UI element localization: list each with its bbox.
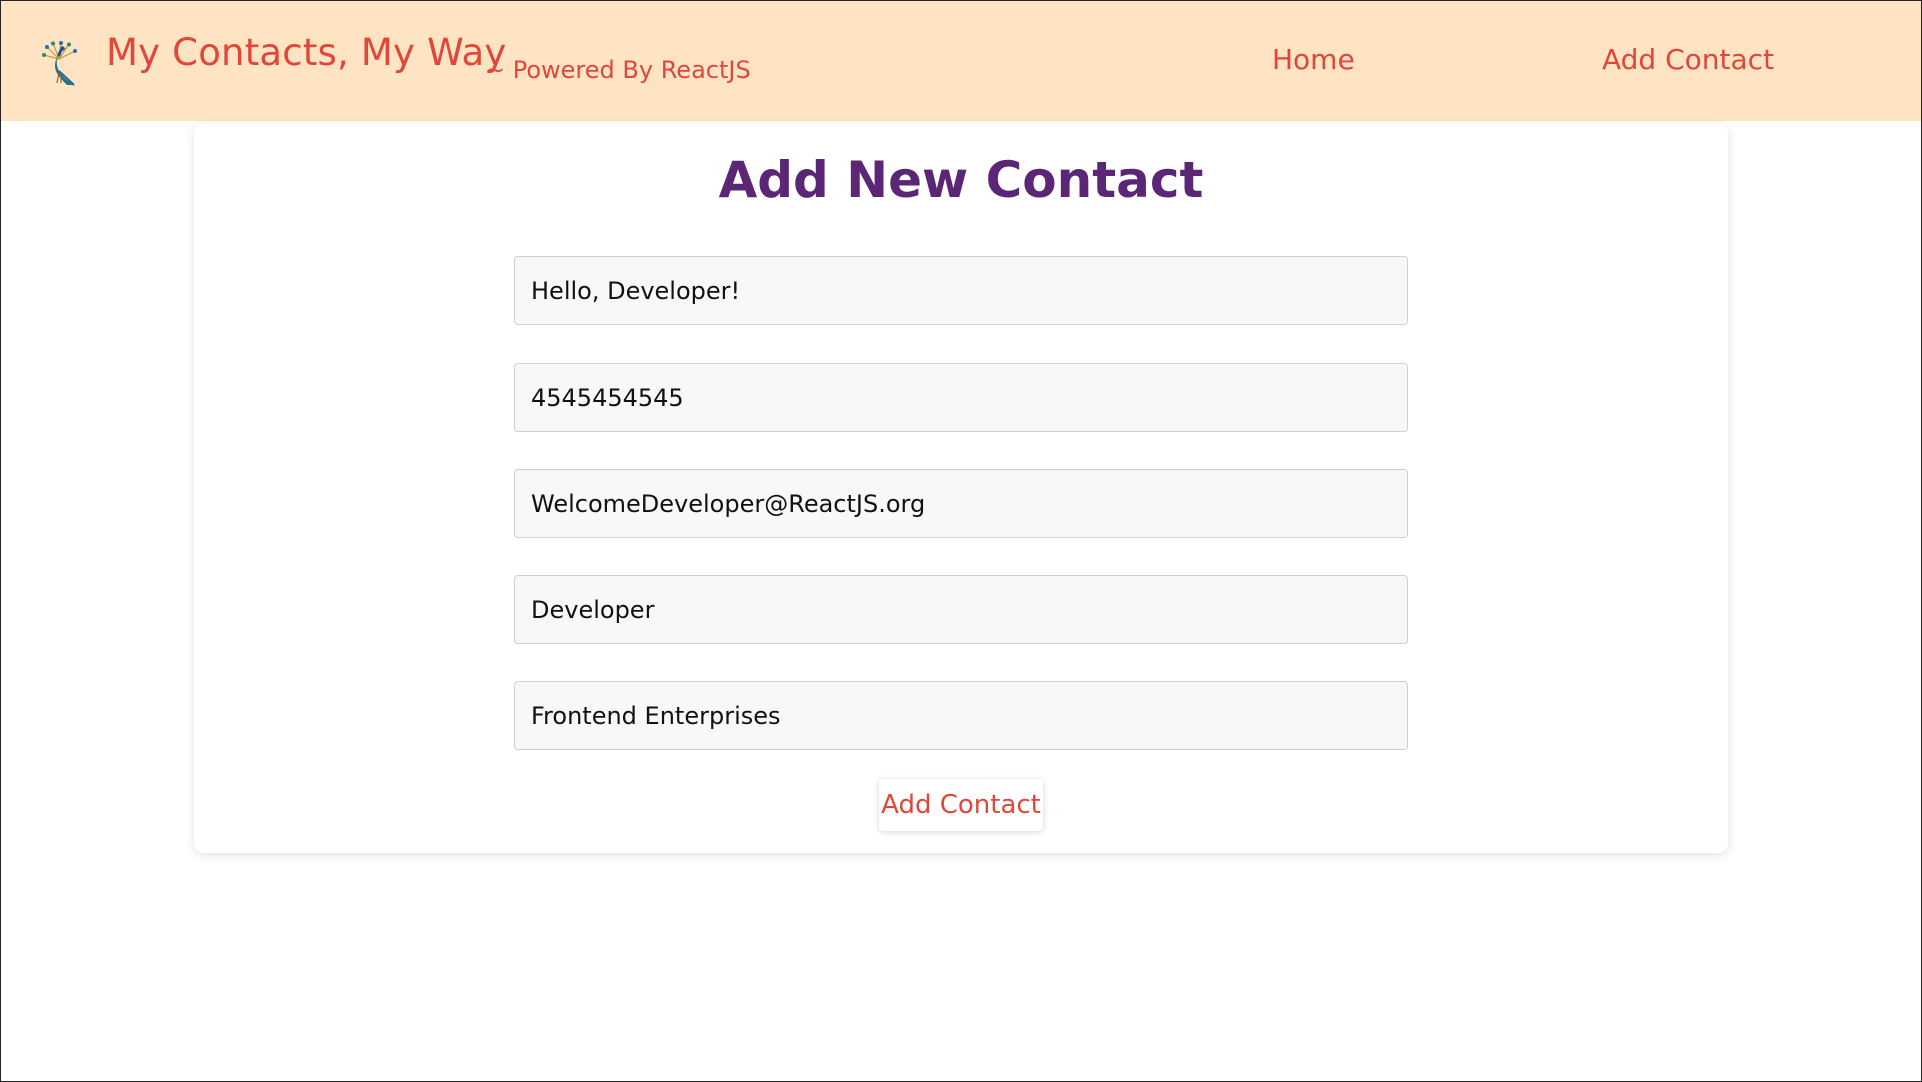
add-contact-card: Add New Contact Add Contact bbox=[194, 123, 1728, 853]
nav-add-contact-link[interactable]: Add Contact bbox=[1602, 43, 1774, 76]
app-window: My Contacts, My Way ~ Powered By ReactJS… bbox=[0, 0, 1922, 1082]
name-input[interactable] bbox=[514, 256, 1408, 325]
nav-home-link[interactable]: Home bbox=[1272, 43, 1355, 76]
email-input[interactable] bbox=[514, 469, 1408, 538]
phone-input[interactable] bbox=[514, 363, 1408, 432]
company-input[interactable] bbox=[514, 681, 1408, 750]
form-title: Add New Contact bbox=[718, 151, 1204, 209]
app-title: My Contacts, My Way bbox=[106, 31, 507, 74]
header-bar: My Contacts, My Way ~ Powered By ReactJS… bbox=[1, 1, 1921, 121]
peacock-icon[interactable] bbox=[41, 41, 83, 87]
app-subtitle: ~ Powered By ReactJS bbox=[485, 56, 751, 84]
add-contact-button[interactable]: Add Contact bbox=[879, 779, 1043, 831]
designation-input[interactable] bbox=[514, 575, 1408, 644]
